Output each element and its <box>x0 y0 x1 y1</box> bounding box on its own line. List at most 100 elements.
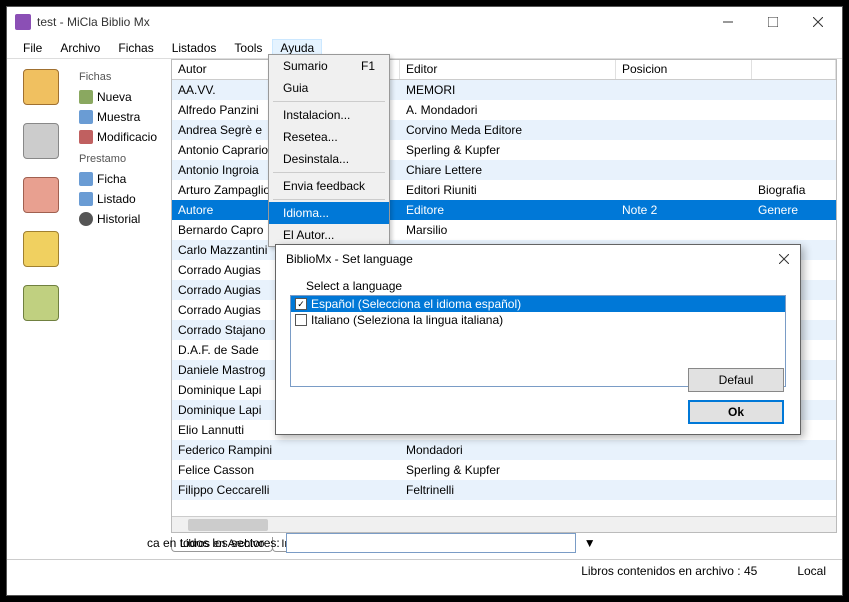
menu-item[interactable]: El Autor... <box>269 224 389 246</box>
menu-item[interactable]: Envia feedback <box>269 175 389 197</box>
menu-item[interactable]: Resetea... <box>269 126 389 148</box>
table-cell <box>616 149 752 151</box>
checkbox-icon <box>295 314 307 326</box>
table-cell <box>616 449 752 451</box>
search-input[interactable] <box>286 533 576 553</box>
maximize-button[interactable] <box>750 8 795 36</box>
sidebar-item-listado[interactable]: Listado <box>79 189 169 209</box>
show-icon <box>79 110 93 124</box>
search-label: ca en todos los sectores: <box>147 536 280 550</box>
dialog-label: Select a language <box>306 279 786 293</box>
search-bar: ca en todos los sectores: ▼ <box>147 533 598 553</box>
dialog-title: BiblioMx - Set language <box>286 252 413 266</box>
new-icon <box>79 90 93 104</box>
menu-file[interactable]: File <box>15 39 50 57</box>
table-cell <box>752 109 836 111</box>
table-cell: Corvino Meda Editore <box>400 122 616 138</box>
table-cell: Editori Riuniti <box>400 182 616 198</box>
dialog-close-button[interactable] <box>774 249 794 269</box>
table-cell <box>752 129 836 131</box>
menu-item[interactable]: Idioma... <box>269 202 389 224</box>
statusbar: Libros contenidos en archivo : 45 Local <box>7 559 842 581</box>
filter-icon[interactable]: ▼ <box>582 533 598 553</box>
table-cell <box>616 229 752 231</box>
folders-icon[interactable] <box>23 231 59 267</box>
menu-fichas[interactable]: Fichas <box>110 39 161 57</box>
table-row[interactable]: Felice CassonSperling & Kupfer <box>172 460 836 480</box>
minimize-button[interactable] <box>705 8 750 36</box>
table-cell: Feltrinelli <box>400 482 616 498</box>
table-cell <box>616 109 752 111</box>
window-title: test - MiCla Biblio Mx <box>37 15 705 29</box>
col-4[interactable] <box>752 60 836 79</box>
history-icon <box>79 212 93 226</box>
table-cell <box>616 469 752 471</box>
table-cell: Editore <box>400 202 616 218</box>
table-cell: Chiare Lettere <box>400 162 616 178</box>
table-cell: Biografia <box>752 182 836 198</box>
table-cell: Genere <box>752 202 836 218</box>
default-button[interactable]: Defaul <box>688 368 784 392</box>
table-cell <box>616 89 752 91</box>
table-row[interactable]: Federico RampiniMondadori <box>172 440 836 460</box>
table-cell: Sperling & Kupfer <box>400 142 616 158</box>
col-editor[interactable]: Editor <box>400 60 616 79</box>
calculator-icon[interactable] <box>23 123 59 159</box>
sidebar: Fichas Nueva Muestra Modificacio Prestam… <box>79 65 169 229</box>
sidebar-item-muestra[interactable]: Muestra <box>79 107 169 127</box>
table-cell <box>752 169 836 171</box>
sidebar-item-nueva[interactable]: Nueva <box>79 87 169 107</box>
card-icon <box>79 172 93 186</box>
sidebar-item-modificacion[interactable]: Modificacio <box>79 127 169 147</box>
ayuda-dropdown: SumarioF1Guia Instalacion...Resetea...Des… <box>268 54 390 247</box>
table-cell <box>752 449 836 451</box>
table-cell: Federico Rampini <box>172 442 400 458</box>
language-option[interactable]: Italiano (Seleziona la lingua italiana) <box>291 312 785 328</box>
menu-listados[interactable]: Listados <box>164 39 225 57</box>
table-cell <box>616 489 752 491</box>
table-cell <box>616 129 752 131</box>
checkbox-icon: ✓ <box>295 298 307 310</box>
horizontal-scrollbar[interactable] <box>172 516 836 532</box>
table-cell <box>752 229 836 231</box>
menu-item[interactable]: Desinstala... <box>269 148 389 170</box>
scrollbar-thumb[interactable] <box>188 519 268 531</box>
status-count: Libros contenidos en archivo : 45 <box>581 564 757 578</box>
table-cell <box>616 169 752 171</box>
menu-archivo[interactable]: Archivo <box>52 39 108 57</box>
table-cell: Mondadori <box>400 442 616 458</box>
table-cell <box>752 469 836 471</box>
table-cell: MEMORI <box>400 82 616 98</box>
menu-tools[interactable]: Tools <box>226 39 270 57</box>
menubar: File Archivo Fichas Listados Tools Ayuda <box>7 37 842 59</box>
sidebar-group-fichas: Fichas <box>79 71 169 83</box>
titlebar: test - MiCla Biblio Mx <box>7 7 842 37</box>
ok-button[interactable]: Ok <box>688 400 784 424</box>
table-cell <box>752 89 836 91</box>
sidebar-item-historial[interactable]: Historial <box>79 209 169 229</box>
table-cell: Sperling & Kupfer <box>400 462 616 478</box>
close-button[interactable] <box>795 8 840 36</box>
table-cell <box>752 489 836 491</box>
col-posicion[interactable]: Posicion <box>616 60 752 79</box>
users-icon[interactable] <box>23 177 59 213</box>
table-cell: Marsilio <box>400 222 616 238</box>
status-mode: Local <box>797 564 826 578</box>
language-option[interactable]: ✓Español (Selecciona el idioma español) <box>291 296 785 312</box>
menu-item[interactable]: SumarioF1 <box>269 55 389 77</box>
app-icon <box>15 14 31 30</box>
table-cell <box>616 189 752 191</box>
table-row[interactable]: Filippo CeccarelliFeltrinelli <box>172 480 836 500</box>
table-cell: Filippo Ceccarelli <box>172 482 400 498</box>
sidebar-group-prestamo: Prestamo <box>79 153 169 165</box>
menu-item[interactable]: Instalacion... <box>269 104 389 126</box>
books-icon[interactable] <box>23 69 59 105</box>
sidebar-item-ficha[interactable]: Ficha <box>79 169 169 189</box>
menu-item[interactable]: Guia <box>269 77 389 99</box>
card-icon[interactable] <box>23 285 59 321</box>
table-cell: Felice Casson <box>172 462 400 478</box>
left-toolbar <box>11 69 71 321</box>
list-icon <box>79 192 93 206</box>
edit-icon <box>79 130 93 144</box>
table-cell: Note 2 <box>616 202 752 218</box>
